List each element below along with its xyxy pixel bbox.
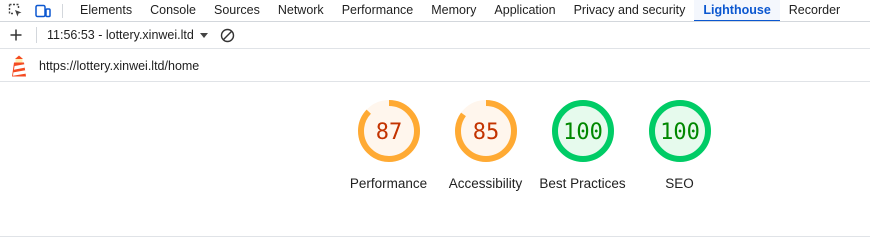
gauge-performance[interactable]: 87 Performance xyxy=(340,98,437,193)
best-practices-gauge: 100 xyxy=(551,100,614,162)
section-divider xyxy=(0,236,870,237)
report-url-bar: https://lottery.xinwei.ltd/home xyxy=(0,50,870,82)
new-report-button[interactable] xyxy=(5,24,27,46)
devtools-tab-bar: Elements Console Sources Network Perform… xyxy=(0,0,870,22)
tab-sources[interactable]: Sources xyxy=(205,0,269,21)
accessibility-score: 85 xyxy=(472,120,499,145)
report-select-value: 11:56:53 - lottery.xinwei.ltd xyxy=(47,28,194,42)
performance-gauge: 87 xyxy=(357,100,420,162)
clear-all-button[interactable] xyxy=(218,25,238,45)
toolbar-divider xyxy=(62,3,63,18)
tab-performance[interactable]: Performance xyxy=(333,0,423,21)
gauge-best-practices[interactable]: 100 Best Practices xyxy=(534,98,631,193)
best-practices-score: 100 xyxy=(563,120,603,145)
lighthouse-toolbar: 11:56:53 - lottery.xinwei.ltd xyxy=(0,22,870,49)
inspect-element-icon[interactable] xyxy=(4,0,26,21)
seo-label: SEO xyxy=(665,176,694,191)
tab-privacy-and-security[interactable]: Privacy and security xyxy=(565,0,695,21)
accessibility-label: Accessibility xyxy=(448,176,523,191)
tab-recorder[interactable]: Recorder xyxy=(780,0,849,21)
tab-application[interactable]: Application xyxy=(485,0,564,21)
tab-elements[interactable]: Elements xyxy=(71,0,141,21)
device-toolbar-icon[interactable] xyxy=(32,0,54,21)
lighthouse-logo-icon xyxy=(9,54,29,78)
gauge-seo[interactable]: 100 SEO xyxy=(631,98,728,193)
score-gauges: 87 Performance 85 Accessibility 100 Best… xyxy=(340,98,728,193)
performance-score: 87 xyxy=(375,120,402,145)
tab-memory[interactable]: Memory xyxy=(422,0,485,21)
report-url[interactable]: https://lottery.xinwei.ltd/home xyxy=(39,59,199,73)
accessibility-gauge: 85 xyxy=(454,100,517,162)
triangle-down-icon xyxy=(199,32,208,38)
tab-console[interactable]: Console xyxy=(141,0,205,21)
tab-lighthouse[interactable]: Lighthouse xyxy=(694,0,780,21)
plus-icon xyxy=(10,29,22,41)
toolbar-divider xyxy=(36,27,37,43)
report-select[interactable]: 11:56:53 - lottery.xinwei.ltd xyxy=(47,28,208,42)
best-practices-label: Best Practices xyxy=(539,176,626,191)
seo-gauge: 100 xyxy=(648,100,711,162)
clear-icon xyxy=(221,28,235,42)
performance-label: Performance xyxy=(349,176,428,191)
tab-network[interactable]: Network xyxy=(269,0,333,21)
gauge-accessibility[interactable]: 85 Accessibility xyxy=(437,98,534,193)
seo-score: 100 xyxy=(660,120,700,145)
